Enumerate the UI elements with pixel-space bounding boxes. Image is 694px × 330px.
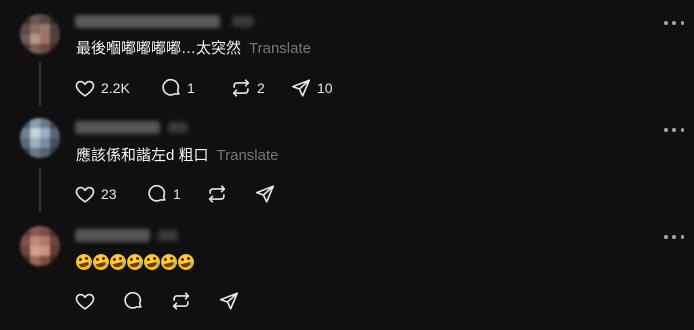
heart-icon [75,80,95,97]
avatar[interactable] [20,118,60,158]
translate-link[interactable]: Translate [217,147,279,164]
repost-arrows-icon [208,185,226,203]
avatar[interactable] [20,226,60,266]
heart-icon [75,293,95,310]
send-paper-plane-icon [219,292,239,310]
reply-text-content: 應該係和諧左d 粗口 [76,147,209,164]
heart-icon [75,186,95,203]
rolling-on-the-floor-laughing-emoji-icon [76,254,92,270]
timestamp-blurred [158,230,178,241]
send-paper-plane-icon [291,79,311,97]
username-blurred[interactable] [75,121,160,134]
share-button[interactable] [254,183,294,205]
translate-link[interactable]: Translate [249,40,311,57]
comment-bubble-icon [162,78,180,96]
reply-1: 最後嗰嘟嘟嘟嘟…太突然 Translate 2.2K 1 2 10 [0,0,694,110]
like-button[interactable]: 2.2K [74,77,160,99]
repost-arrows-icon [232,79,250,97]
reply-text-content: 最後嗰嘟嘟嘟嘟…太突然 [76,40,242,57]
timestamp-blurred [168,122,188,133]
like-button[interactable]: 23 [74,183,146,205]
thread-line [39,168,41,212]
comment-button[interactable]: 1 [160,77,230,99]
repost-button[interactable] [170,290,218,312]
timestamp-blurred [232,16,254,27]
comment-bubble-icon [124,291,142,309]
like-button[interactable] [74,290,122,312]
share-count: 10 [317,80,333,96]
rolling-on-the-floor-laughing-emoji-icon [178,254,194,270]
rolling-on-the-floor-laughing-emoji-icon [93,254,109,270]
replies-thread: 最後嗰嘟嘟嘟嘟…太突然 Translate 2.2K 1 2 10 應該係和諧左… [0,0,694,330]
action-bar: 2.2K 1 2 10 [74,76,350,100]
repost-button[interactable] [206,183,254,205]
rolling-on-the-floor-laughing-emoji-icon [144,254,160,270]
share-button[interactable] [218,290,258,312]
username-blurred[interactable] [75,229,150,242]
comment-button[interactable] [122,290,170,312]
more-dots-icon[interactable] [664,232,684,242]
share-button[interactable]: 10 [290,77,350,99]
reply-3 [0,220,694,330]
like-count: 2.2K [101,80,130,96]
repost-count: 2 [257,80,265,96]
like-count: 23 [101,186,117,202]
more-dots-icon[interactable] [664,125,684,135]
rolling-on-the-floor-laughing-emoji-icon [127,254,143,270]
comment-count: 1 [173,186,181,202]
comment-bubble-icon [148,184,166,202]
username-blurred[interactable] [75,15,220,28]
repost-arrows-icon [172,292,190,310]
action-bar: 23 1 [74,182,294,206]
action-bar [74,289,258,313]
more-dots-icon[interactable] [664,18,684,28]
send-paper-plane-icon [255,185,275,203]
reply-text: 最後嗰嘟嘟嘟嘟…太突然 Translate [76,39,311,59]
thread-line [39,62,41,106]
reply-emoji-content [76,254,194,270]
reply-2: 應該係和諧左d 粗口 Translate 23 1 [0,110,694,220]
comment-count: 1 [187,80,195,96]
rolling-on-the-floor-laughing-emoji-icon [110,254,126,270]
repost-button[interactable]: 2 [230,77,290,99]
avatar[interactable] [20,14,60,54]
reply-text: 應該係和諧左d 粗口 Translate [76,146,279,166]
comment-button[interactable]: 1 [146,183,206,205]
rolling-on-the-floor-laughing-emoji-icon [161,254,177,270]
